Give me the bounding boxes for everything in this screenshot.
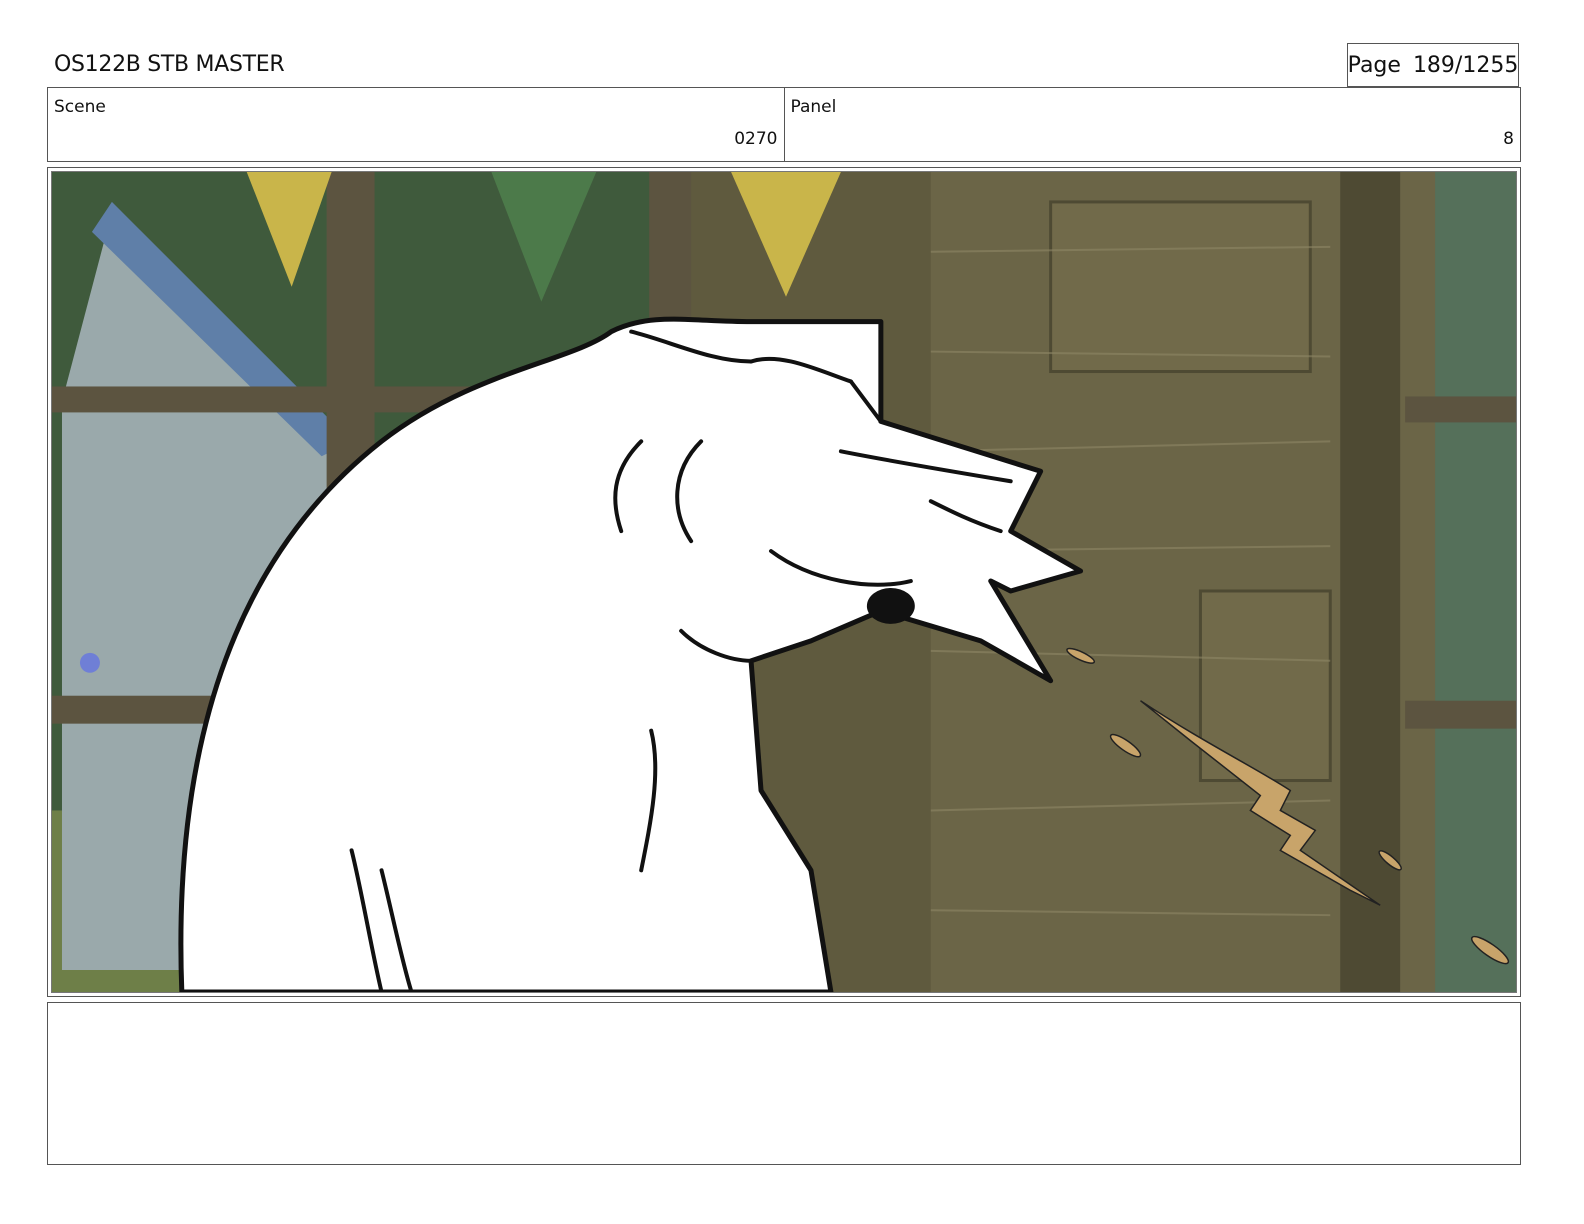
storyboard-drawing — [52, 172, 1516, 992]
right-post — [1340, 172, 1401, 992]
storyboard-image — [51, 171, 1517, 993]
storyboard-frame — [47, 167, 1521, 997]
flower-decoration — [79, 652, 100, 673]
panel-label: Panel — [790, 97, 837, 117]
right-window-bar — [1405, 396, 1516, 423]
page-number: 189/1255 — [1412, 52, 1519, 78]
page-indicator: Page 189/1255 — [1347, 43, 1519, 87]
document-title: OS122B STB MASTER — [54, 52, 285, 77]
panel-cell: Panel 8 — [783, 88, 1521, 161]
notes-box — [47, 1002, 1521, 1165]
right-window-bar — [1405, 700, 1516, 729]
wall-plank — [1049, 200, 1312, 374]
scene-value: 0270 — [734, 129, 778, 149]
scene-cell: Scene 0270 — [48, 88, 784, 161]
scene-panel-info: Scene 0270 Panel 8 — [47, 87, 1521, 162]
scene-label: Scene — [54, 97, 106, 117]
right-window — [1435, 172, 1516, 992]
panel-value: 8 — [1503, 129, 1514, 149]
page-label: Page — [1347, 52, 1401, 78]
character-mouth — [866, 587, 915, 624]
